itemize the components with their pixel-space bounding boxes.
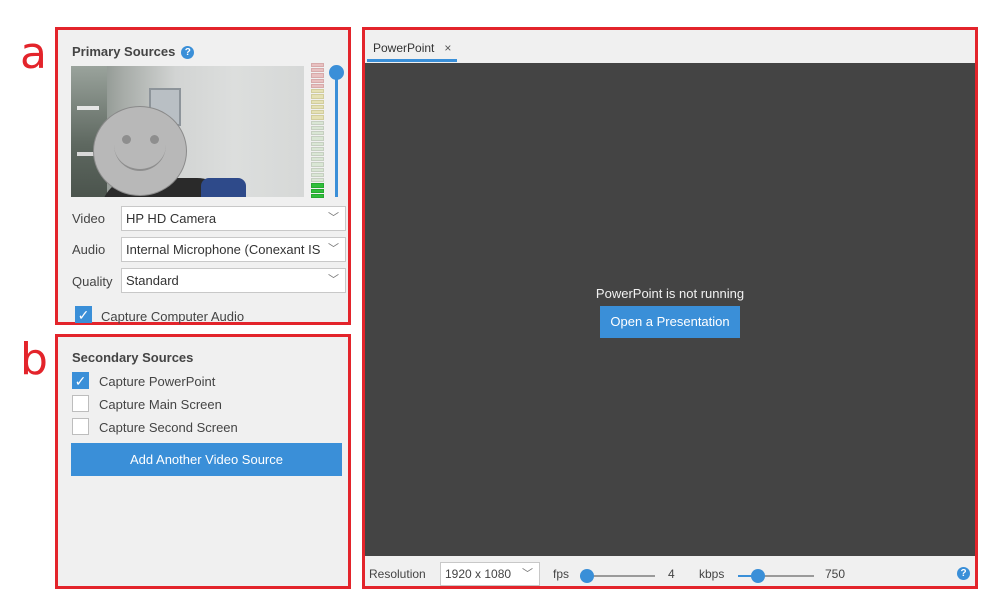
meter-segment bbox=[311, 188, 324, 193]
annotation-letter-b: b bbox=[20, 334, 48, 385]
meter-segment bbox=[311, 68, 324, 73]
tab-powerpoint-label: PowerPoint bbox=[373, 41, 435, 55]
volume-slider-thumb[interactable] bbox=[329, 65, 344, 81]
meter-segment bbox=[311, 83, 324, 89]
audio-select-value: Internal Microphone (Conexant IS bbox=[126, 242, 321, 257]
tab-powerpoint[interactable]: PowerPoint × bbox=[367, 36, 458, 62]
capture-powerpoint-label: Capture PowerPoint bbox=[99, 374, 216, 389]
meter-segment bbox=[311, 125, 324, 131]
meter-segment bbox=[311, 104, 324, 110]
meter-segment bbox=[311, 172, 324, 178]
meter-segment bbox=[311, 99, 324, 104]
resolution-select[interactable]: 1920 x 1080 ﹀ bbox=[440, 562, 540, 586]
camera-preview bbox=[71, 66, 304, 197]
fps-value: 4 bbox=[668, 567, 675, 581]
meter-segment bbox=[311, 131, 324, 136]
meter-segment bbox=[311, 110, 324, 115]
resolution-label: Resolution bbox=[369, 567, 426, 581]
capture-main-screen-checkbox[interactable] bbox=[72, 395, 89, 412]
capture-second-screen-label: Capture Second Screen bbox=[99, 420, 238, 435]
meter-segment bbox=[311, 63, 324, 68]
audio-select[interactable]: Internal Microphone (Conexant IS ﹀ bbox=[121, 237, 346, 262]
face-eye-left bbox=[122, 135, 131, 144]
meter-segment bbox=[311, 136, 324, 141]
volume-slider-track[interactable] bbox=[335, 66, 338, 197]
capture-second-screen-checkbox[interactable] bbox=[72, 418, 89, 435]
kbps-slider-thumb[interactable] bbox=[751, 569, 765, 583]
resolution-select-value: 1920 x 1080 bbox=[445, 567, 512, 581]
meter-segment bbox=[311, 178, 324, 183]
meter-segment bbox=[311, 115, 324, 120]
capture-main-screen-label: Capture Main Screen bbox=[99, 397, 222, 412]
kbps-slider[interactable] bbox=[738, 569, 814, 583]
chevron-down-icon: ﹀ bbox=[522, 568, 533, 580]
chevron-down-icon: ﹀ bbox=[325, 238, 339, 261]
meter-segment bbox=[311, 157, 324, 162]
meter-segment bbox=[311, 89, 324, 94]
primary-sources-title-text: Primary Sources bbox=[72, 44, 176, 59]
face-eye-right bbox=[150, 135, 159, 144]
primary-sources-panel: Primary Sources? Video HP HD Camera ﹀ Au… bbox=[55, 27, 351, 325]
close-icon[interactable]: × bbox=[444, 41, 451, 55]
help-icon[interactable]: ? bbox=[957, 567, 970, 580]
meter-segment bbox=[311, 146, 324, 151]
meter-segment bbox=[311, 183, 324, 188]
chevron-down-icon: ﹀ bbox=[328, 274, 339, 286]
video-label: Video bbox=[72, 211, 106, 226]
kbps-value: 750 bbox=[825, 567, 846, 581]
audio-label: Audio bbox=[72, 242, 106, 257]
presentation-stage: PowerPoint is not running Open a Present… bbox=[365, 63, 975, 556]
powerpoint-status-message: PowerPoint is not running bbox=[595, 286, 745, 301]
add-video-source-button[interactable]: Add Another Video Source bbox=[71, 443, 342, 476]
help-icon[interactable]: ? bbox=[181, 46, 195, 60]
meter-segment bbox=[311, 141, 324, 146]
meter-segment bbox=[311, 73, 324, 78]
meter-segment bbox=[311, 120, 324, 125]
meter-segment bbox=[311, 94, 324, 99]
quality-select[interactable]: Standard ﹀ bbox=[121, 268, 346, 293]
fps-slider[interactable] bbox=[580, 569, 655, 583]
annotation-letter-a: a bbox=[20, 28, 47, 79]
primary-sources-title: Primary Sources? bbox=[72, 44, 195, 60]
video-select-value: HP HD Camera bbox=[126, 211, 217, 226]
face-mouth bbox=[114, 145, 166, 171]
capture-powerpoint-checkbox[interactable]: ✓ bbox=[72, 372, 89, 389]
kbps-label: kbps bbox=[699, 567, 725, 581]
capture-computer-audio-label: Capture Computer Audio bbox=[101, 309, 245, 324]
meter-segment bbox=[311, 162, 324, 167]
quality-label: Quality bbox=[72, 274, 113, 289]
meter-segment bbox=[311, 167, 324, 172]
powerpoint-panel: PowerPoint × PowerPoint is not running Op… bbox=[362, 27, 978, 589]
face-blur-icon bbox=[93, 106, 187, 196]
meter-segment bbox=[311, 193, 324, 199]
open-presentation-button[interactable]: Open a Presentation bbox=[600, 306, 740, 338]
fps-label: fps bbox=[553, 567, 570, 581]
audio-level-meter bbox=[311, 63, 324, 199]
secondary-sources-title: Secondary Sources bbox=[72, 350, 194, 365]
status-bar: Resolution 1920 x 1080 ﹀ fps 4 kbps 750 … bbox=[365, 558, 975, 588]
chevron-down-icon: ﹀ bbox=[328, 212, 339, 224]
meter-segment bbox=[311, 151, 324, 157]
meter-segment bbox=[311, 78, 324, 83]
quality-select-value: Standard bbox=[126, 273, 179, 288]
secondary-sources-panel: Secondary Sources ✓ Capture PowerPoint C… bbox=[55, 334, 351, 589]
fps-slider-thumb[interactable] bbox=[580, 569, 594, 583]
camera-chair bbox=[201, 178, 246, 197]
capture-computer-audio-checkbox[interactable]: ✓ bbox=[75, 306, 92, 323]
video-select[interactable]: HP HD Camera ﹀ bbox=[121, 206, 346, 231]
